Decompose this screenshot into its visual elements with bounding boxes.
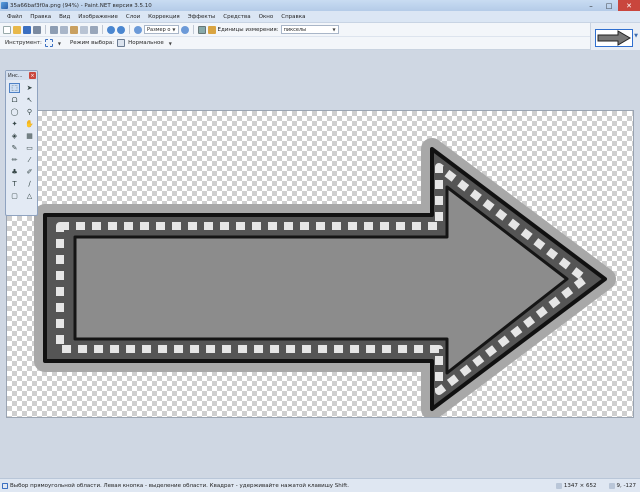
menu-effects[interactable]: Эффекты (184, 14, 220, 20)
shapes-tool-icon[interactable]: ▢ (9, 191, 20, 201)
text-tool-icon[interactable]: T (9, 179, 20, 189)
line-tool-icon[interactable]: ∕ (24, 179, 35, 189)
status-bar: Выбор прямоугольной области. Левая кнопк… (0, 478, 640, 492)
paintbrush-icon[interactable]: ✎ (9, 143, 20, 153)
size-dropdown-value: Размер о (147, 26, 171, 33)
status-hint: Выбор прямоугольной области. Левая кнопк… (10, 482, 350, 489)
tool-grid: ⬚ ➤ ᗝ ↖ ◯ ⚲ ✦ ✋ ◈ ▦ ✎ ▭ ✏ ⁄ ♣ ✐ T ∕ ▢ △ (6, 80, 37, 204)
color-picker-icon[interactable]: ⁄ (24, 155, 35, 165)
new-file-icon[interactable] (3, 25, 11, 34)
cursor-position: 9, -127 (616, 483, 636, 489)
freeform-shape-icon[interactable]: △ (24, 191, 35, 201)
paintnet-app-icon (1, 2, 8, 9)
save-icon[interactable] (23, 25, 31, 34)
chevron-down-icon: ▼ (332, 27, 336, 32)
zoom-icon[interactable] (134, 25, 142, 34)
size-dropdown[interactable]: Размер о ▼ (144, 25, 179, 34)
move-tool-icon[interactable]: ➤ (24, 83, 35, 93)
window-title: 35a66baf3f0a.png (94%) - Paint.NET верси… (10, 2, 152, 9)
chevron-down-icon[interactable]: ▼ (58, 41, 61, 46)
magic-wand-icon[interactable]: ✦ (9, 119, 20, 129)
rectangle-select-tool-icon[interactable]: ⬚ (9, 83, 20, 93)
image-canvas[interactable] (6, 110, 634, 418)
menu-help[interactable]: Справка (277, 14, 309, 20)
main-toolbar: Размер о ▼ Единицы измерения: пикселы ▼ (0, 23, 590, 37)
zoom-tool-icon[interactable]: ⚲ (24, 107, 35, 117)
image-thumbnail[interactable] (595, 29, 633, 47)
rectangle-select-icon[interactable] (44, 39, 53, 47)
image-size-chunk: 1347 × 652 (555, 483, 597, 489)
menu-adjustments[interactable]: Коррекция (144, 14, 184, 20)
undo-icon[interactable] (107, 25, 115, 34)
chevron-down-icon[interactable]: ▼ (634, 33, 638, 39)
instrument-label: Инструмент: (5, 40, 42, 46)
print-icon[interactable] (33, 25, 41, 34)
units-label: Единицы измерения: (217, 26, 279, 33)
zoom-in-icon[interactable] (180, 25, 189, 34)
tools-close-button[interactable]: × (29, 72, 36, 79)
pencil-icon[interactable]: ✏ (9, 155, 20, 165)
menu-window[interactable]: Окно (255, 14, 278, 20)
menu-bar: Файл Правка Вид Изображение Слои Коррекц… (0, 11, 640, 23)
pan-tool-icon[interactable]: ✋ (24, 119, 35, 129)
redo-icon[interactable] (117, 25, 125, 34)
units-dropdown[interactable]: пикселы ▼ (280, 25, 339, 34)
chevron-down-icon[interactable]: ▼ (169, 41, 172, 46)
eraser-icon[interactable]: ▭ (24, 143, 35, 153)
open-folder-icon[interactable] (13, 25, 21, 34)
menu-file[interactable]: Файл (3, 14, 26, 20)
arrow-image (34, 138, 616, 417)
toolbar-separator (192, 25, 194, 34)
selection-mode-icon[interactable] (117, 39, 126, 47)
selection-mode-value[interactable]: Нормальное (128, 40, 164, 46)
arrow-thumbnail-icon (597, 30, 631, 46)
grid-icon[interactable] (197, 25, 206, 34)
clone-stamp-icon[interactable]: ♣ (9, 167, 20, 177)
menu-utilities[interactable]: Средства (219, 14, 254, 20)
toolbar-separator (129, 25, 130, 34)
selection-mode-label: Режим выбора: (69, 40, 115, 46)
copy-icon[interactable] (60, 25, 68, 34)
deselect-icon[interactable] (90, 25, 98, 34)
image-size-icon (555, 483, 562, 489)
ellipse-select-icon[interactable]: ◯ (9, 107, 20, 117)
title-bar: 35a66baf3f0a.png (94%) - Paint.NET верси… (0, 0, 640, 11)
cut-icon[interactable] (50, 25, 58, 34)
chevron-down-icon: ▼ (172, 27, 176, 32)
menu-layers[interactable]: Слои (122, 14, 144, 20)
paste-icon[interactable] (70, 25, 78, 34)
lasso-tool-icon[interactable]: ᗝ (9, 95, 20, 105)
tool-options-bar: Инструмент: ▼ Режим выбора: Нормальное ▼ (0, 37, 590, 50)
menu-edit[interactable]: Правка (26, 14, 55, 20)
tools-window[interactable]: Инс... × ⬚ ➤ ᗝ ↖ ◯ ⚲ ✦ ✋ ◈ ▦ ✎ ▭ ✏ ⁄ ♣ ✐… (5, 70, 38, 216)
close-button[interactable]: ✕ (618, 0, 640, 11)
recolor-icon[interactable]: ✐ (24, 167, 35, 177)
maximize-button[interactable]: □ (600, 0, 618, 11)
menu-view[interactable]: Вид (55, 14, 74, 20)
paint-bucket-icon[interactable]: ◈ (9, 131, 20, 141)
toolbar-separator (102, 25, 103, 34)
image-thumbnail-strip: ▼ (590, 23, 640, 53)
toolbar-separator (45, 25, 46, 34)
minimize-button[interactable]: – (582, 0, 600, 11)
menu-image[interactable]: Изображение (74, 14, 122, 20)
gradient-icon[interactable]: ▦ (24, 131, 35, 141)
ruler-icon[interactable] (207, 25, 216, 34)
rectangle-select-icon (2, 482, 8, 489)
cursor-position-chunk: 9, -127 (608, 483, 636, 489)
cursor-position-icon (608, 483, 615, 489)
image-size: 1347 × 652 (563, 483, 597, 489)
units-dropdown-value: пикселы (283, 26, 307, 33)
crop-icon[interactable] (80, 25, 88, 34)
status-right: 1347 × 652 9, -127 (555, 479, 636, 492)
move-selection-icon[interactable]: ↖ (24, 95, 35, 105)
window-controls: – □ ✕ (582, 0, 640, 11)
